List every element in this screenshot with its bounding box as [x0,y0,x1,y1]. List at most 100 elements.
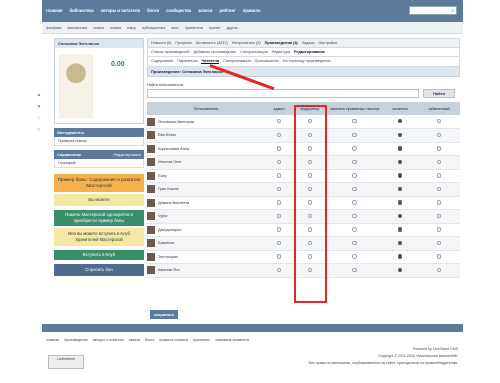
role-radio[interactable] [352,118,357,124]
reference-edit-link[interactable]: Редактировать [113,152,141,157]
tab-params[interactable]: Параметры [177,59,197,64]
user-name[interactable]: Ева Юлия [158,133,176,137]
tab-works[interactable]: Произведения (3) [265,41,298,45]
role-radio[interactable] [436,159,442,164]
footer-link[interactable]: записи [129,338,140,342]
user-cell[interactable]: Корнеловна Анна [147,142,265,156]
user-name[interactable]: Базиечек [158,241,174,245]
tab-settings[interactable]: Настройки [318,41,337,45]
save-button[interactable]: сохранить [150,310,178,319]
role-radio[interactable] [397,213,403,218]
role-radio[interactable] [436,146,442,151]
role-radio[interactable] [397,159,403,164]
genre-link[interactable]: эпос [171,26,179,30]
tab-tasks[interactable]: Задачи [302,41,315,45]
nav-link[interactable]: записи [198,8,212,13]
role-radio[interactable] [436,118,442,124]
user-cell[interactable]: Декоданарол [147,223,265,237]
user-cell[interactable]: Базиечек [147,236,265,251]
nav-link[interactable]: главная [46,8,63,13]
user-cell[interactable]: Дёмина Виолетта [147,196,265,210]
role-radio[interactable] [276,159,282,164]
genre-link[interactable]: юмор [127,26,136,30]
tab-unread[interactable]: Непрочитано (3) [232,41,261,45]
genre-link[interactable]: прочее [209,26,221,30]
arrow-down-icon[interactable]: ▼ [34,104,44,110]
genre-link[interactable]: поэзия [110,26,121,30]
tab-synchronization[interactable]: Синхронизация [223,59,251,64]
search-icon[interactable]: ⌕ [451,8,454,14]
tab-add-work[interactable]: Добавить произведение [194,50,237,54]
role-radio[interactable] [436,267,442,272]
role-radio[interactable] [352,159,357,164]
role-radio[interactable] [436,240,442,245]
role-radio[interactable] [436,132,442,137]
user-cell[interactable]: Капитан Фог [147,263,265,278]
role-radio[interactable] [436,254,442,259]
user-cell[interactable]: Ruby [147,169,265,183]
role-radio[interactable] [352,146,357,151]
role-radio[interactable] [276,173,282,178]
role-radio[interactable] [397,240,403,245]
tab-works-list[interactable]: Список произведений [151,50,190,54]
role-radio[interactable] [276,227,282,232]
user-cell[interactable]: Игнатов Олег [147,155,265,170]
role-radio[interactable] [436,200,442,205]
help-workshop-button[interactable]: Помочь Мастерской однократно и приобрест… [54,210,144,226]
tab-work-page[interactable]: На страницу произведения [283,59,331,64]
notification-icon[interactable]: ! [34,116,44,122]
footer-link[interactable]: хранитель [193,338,210,342]
genre-link[interactable]: публицистика [142,26,165,30]
ask-bonus-button[interactable]: Спросить бон [54,264,144,276]
role-radio[interactable] [276,254,282,259]
role-radio[interactable] [352,186,357,191]
role-radio[interactable] [436,173,442,178]
user-name[interactable]: Ruby [158,174,167,178]
role-radio[interactable] [276,200,282,205]
role-radio[interactable] [276,213,282,218]
role-radio[interactable] [397,173,403,178]
tab-sync[interactable]: Синхронизация [240,50,268,54]
genre-link[interactable]: фантастика [67,26,87,30]
user-name[interactable]: Дёмина Виолетта [158,201,189,205]
arrow-up-icon[interactable]: ▲ [34,92,44,98]
role-radio[interactable] [397,200,403,205]
footer-link[interactable]: правила сервиса [159,338,187,342]
role-radio[interactable] [276,132,282,137]
footer-link[interactable]: главная [46,338,59,342]
role-radio[interactable] [352,267,357,272]
link-check-item[interactable]: Проверка ссылок [54,137,144,146]
footer-link[interactable]: произведения [64,338,87,342]
role-radio[interactable] [397,186,403,191]
footer-link[interactable]: значимые комменты [215,338,249,342]
search-input[interactable]: ⌕ [409,6,457,15]
role-radio[interactable] [276,267,282,272]
user-name[interactable]: Vglov [158,214,168,218]
find-user-input[interactable] [147,89,419,98]
user-cell[interactable]: Ева Юлия [147,128,265,143]
role-radio[interactable] [397,118,403,124]
role-radio[interactable] [276,118,282,124]
role-radio[interactable] [352,132,357,137]
role-radio[interactable] [397,146,403,151]
alert-icon[interactable]: ! [34,128,44,134]
role-radio[interactable] [276,186,282,191]
role-radio[interactable] [352,200,357,205]
tab-news[interactable]: Новости (5) [151,41,171,45]
role-radio[interactable] [436,213,442,218]
tab-profile[interactable]: Профиль [175,41,191,45]
nav-link[interactable]: правила [243,8,261,13]
find-button[interactable]: Найти [423,89,455,98]
genre-link[interactable]: другое... [227,26,241,30]
role-radio[interactable] [397,227,403,232]
user-name[interactable]: Игнатов Олег [158,160,182,164]
user-name[interactable]: Лесовская Виктория [158,120,194,124]
tab-editing[interactable]: Редактирование [294,50,325,54]
genre-link[interactable]: Хранители [185,26,203,30]
role-radio[interactable] [436,227,442,232]
role-radio[interactable] [352,227,357,232]
join-club-button[interactable]: Вступить в Клуб [54,250,144,260]
liveinternet-counter[interactable]: LiveInternet [48,355,84,369]
user-cell[interactable]: Vglov [147,209,265,224]
glossary-item[interactable]: Глоссарий [54,159,144,168]
